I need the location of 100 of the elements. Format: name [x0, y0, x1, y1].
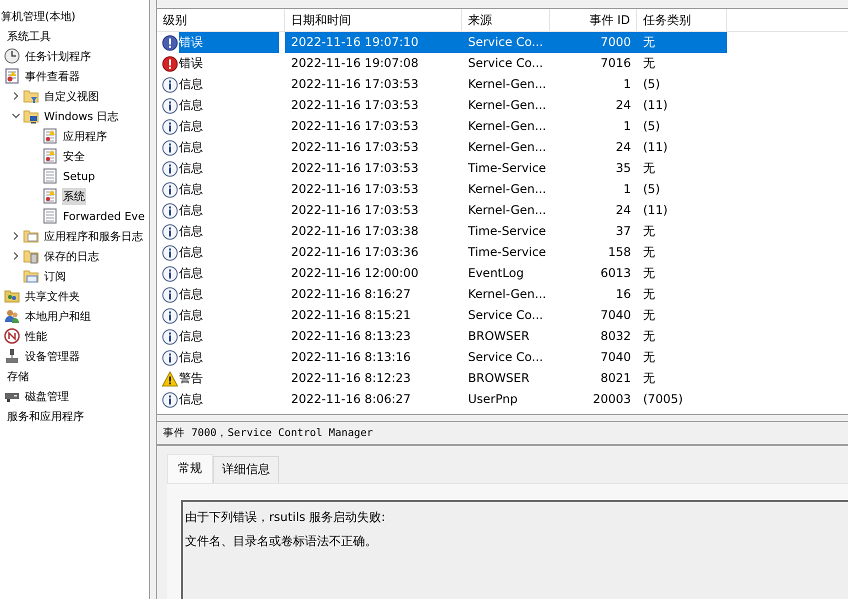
log-icon: [42, 128, 58, 144]
table-cell-text: Kernel-Gen...: [467, 286, 548, 303]
tree-item[interactable]: 系统工具: [6, 28, 52, 44]
tree-item[interactable]: Forwarded Eve: [62, 208, 146, 224]
column-header[interactable]: 日期和时间: [285, 9, 462, 31]
table-cell-text: Time-Service: [467, 223, 548, 240]
table-cell-text: 无: [642, 370, 656, 387]
event-log-icon: [4, 68, 20, 84]
tab[interactable]: 详细信息: [213, 456, 279, 483]
table-cell-text: 8021: [599, 370, 632, 387]
collapse-chevron-icon[interactable]: [12, 112, 20, 120]
tree-item[interactable]: 保存的日志: [43, 248, 100, 264]
device-icon: [4, 348, 20, 364]
table-cell-text: 2022-11-16 8:15:21: [290, 307, 412, 324]
table-cell-text: 37: [614, 223, 632, 240]
folder-icon: [23, 228, 39, 244]
table-cell-text: 20003: [592, 391, 632, 408]
info-icon: [162, 140, 178, 156]
tree-item[interactable]: Setup: [62, 168, 96, 184]
tree-item[interactable]: 订阅: [43, 268, 67, 284]
table-cell-text: 无: [642, 223, 656, 240]
table-cell-text: BROWSER: [467, 370, 530, 387]
message-text: 由于下列错误，rsutils 服务启动失败:: [185, 509, 386, 526]
folder-subscription-icon: [23, 268, 39, 284]
expand-chevron-icon[interactable]: [12, 252, 20, 260]
table-cell-text: 1: [622, 181, 632, 198]
table-cell-text: 信息: [179, 328, 204, 345]
table-cell-text: 信息: [179, 118, 204, 135]
info-icon: [162, 286, 178, 302]
table-cell-text: 2022-11-16 8:12:23: [290, 370, 412, 387]
log-icon: [42, 208, 58, 224]
tree-item[interactable]: 本地用户和组: [24, 308, 92, 324]
column-header[interactable]: 事件 ID: [550, 9, 637, 31]
table-cell-text: 24: [614, 202, 632, 219]
tree-item[interactable]: 算机管理(本地): [0, 8, 77, 24]
table-cell-text: (5): [642, 118, 661, 135]
table-cell-text: Kernel-Gen...: [467, 181, 548, 198]
table-cell-text: Time-Service: [467, 244, 548, 261]
tree-item[interactable]: 安全: [62, 148, 86, 164]
tree-item[interactable]: 任务计划程序: [24, 48, 92, 64]
tree-item[interactable]: 应用程序: [62, 128, 108, 144]
table-cell-text: 158: [607, 244, 632, 261]
tree-item[interactable]: 存储: [6, 368, 30, 384]
tree-item[interactable]: 系统: [62, 188, 86, 204]
table-cell-text: 信息: [179, 139, 204, 156]
table-cell-text: 2022-11-16 17:03:53: [290, 139, 420, 156]
table-cell-text: 信息: [179, 286, 204, 303]
table-cell-text: 无: [642, 286, 656, 303]
table-cell-text: (5): [642, 181, 661, 198]
message-text: 文件名、目录名或卷标语法不正确。: [185, 533, 378, 550]
table-cell-text: 信息: [179, 349, 204, 366]
expand-chevron-icon[interactable]: [12, 232, 20, 240]
table-cell-text: 2022-11-16 17:03:53: [290, 202, 420, 219]
table-cell-text: 无: [642, 328, 656, 345]
table-cell-text: 无: [642, 265, 656, 282]
error-icon: [162, 34, 178, 50]
table-cell-text: 2022-11-16 8:16:27: [290, 286, 412, 303]
column-header[interactable]: 来源: [462, 9, 550, 31]
table-cell-text: 无: [642, 160, 656, 177]
column-header[interactable]: 任务类别: [637, 9, 727, 31]
tree-item[interactable]: 磁盘管理: [24, 388, 70, 404]
info-icon: [162, 98, 178, 114]
table-cell-text: Time-Service: [467, 160, 548, 177]
tree-item[interactable]: 服务和应用程序: [6, 408, 85, 424]
users-icon: [4, 308, 20, 324]
tree-item[interactable]: 性能: [24, 328, 48, 344]
folder-log-icon: [23, 248, 39, 264]
table-cell-text: Service Co...: [467, 55, 544, 72]
table-cell: 无: [637, 32, 727, 53]
expand-chevron-icon[interactable]: [12, 92, 20, 100]
tree-item[interactable]: 应用程序和服务日志: [43, 228, 144, 244]
table-cell-text: Service Co...: [467, 307, 544, 324]
table-cell-text: 信息: [179, 202, 204, 219]
table-cell-text: (7005): [642, 391, 684, 408]
tab[interactable]: 常规: [167, 454, 213, 483]
table-cell-text: 信息: [179, 97, 204, 114]
log-icon: [42, 188, 58, 204]
table-cell-text: 信息: [179, 181, 204, 198]
column-header[interactable]: 级别: [157, 9, 285, 31]
tree-item[interactable]: 共享文件夹: [24, 288, 81, 304]
table-cell-text: 信息: [179, 76, 204, 93]
table-cell-text: 1: [622, 76, 632, 93]
table-cell-text: 信息: [179, 160, 204, 177]
table-cell-text: Kernel-Gen...: [467, 118, 548, 135]
table-cell-text: 错误: [179, 55, 204, 72]
table-cell-text: 7040: [599, 307, 632, 324]
table-cell-text: 2022-11-16 17:03:53: [290, 160, 420, 177]
detail-title: 事件 7000，Service Control Manager: [157, 422, 848, 446]
tree-item[interactable]: Windows 日志: [43, 108, 120, 124]
table-cell: 错误: [179, 32, 279, 53]
table-cell-text: 1: [622, 118, 632, 135]
tree-item[interactable]: 事件查看器: [24, 68, 81, 84]
tree-item[interactable]: 自定义视图: [43, 88, 100, 104]
table-cell-text: 信息: [179, 223, 204, 240]
table-cell-text: 7040: [599, 349, 632, 366]
tree-item[interactable]: 设备管理器: [24, 348, 81, 364]
table-cell-text: 24: [614, 97, 632, 114]
table-cell-text: 信息: [179, 307, 204, 324]
table-cell-text: Service Co...: [467, 349, 544, 366]
table-cell-text: 2022-11-16 17:03:53: [290, 118, 420, 135]
